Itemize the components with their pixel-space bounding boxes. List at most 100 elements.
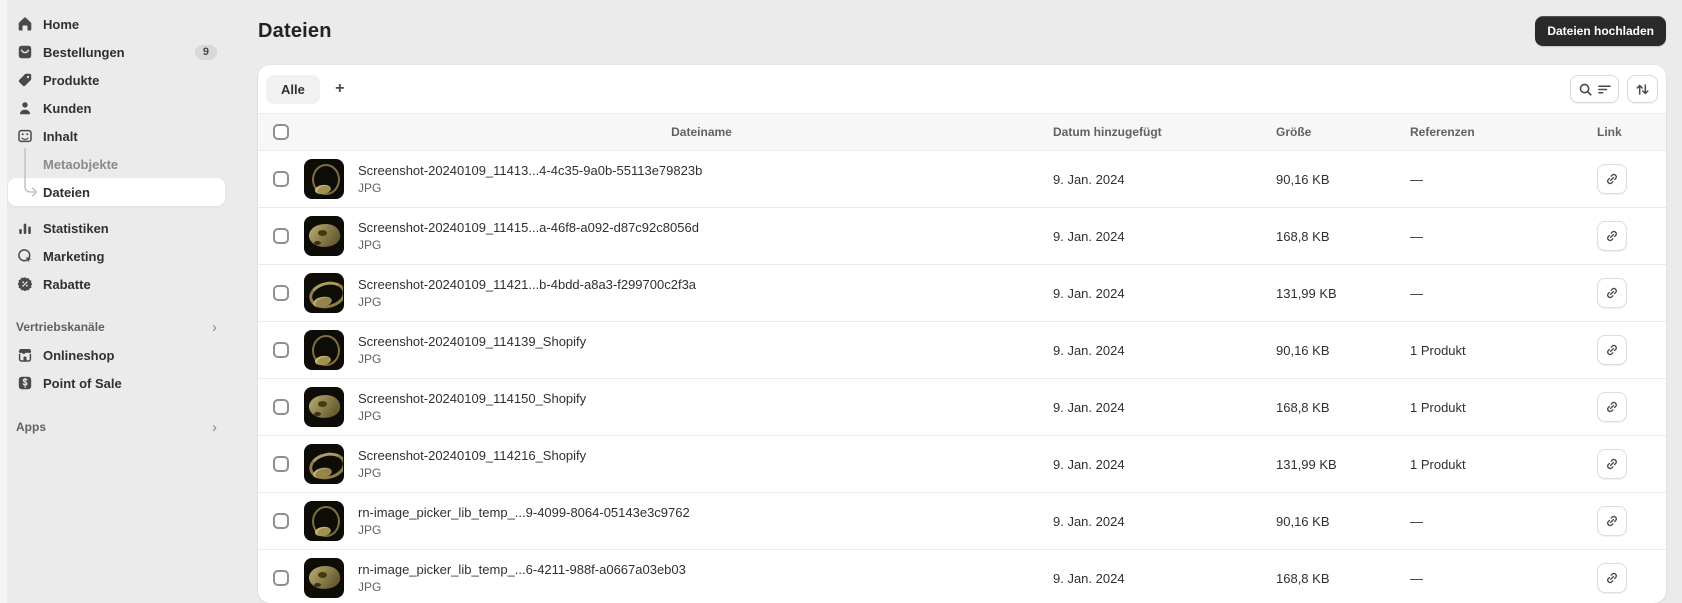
file-references: — (1410, 285, 1423, 301)
sidebar-section-vertriebskanaele[interactable]: Vertriebskanäle › (8, 313, 225, 341)
file-size: 131,99 KB (1276, 285, 1337, 301)
sidebar-item-onlineshop[interactable]: Onlineshop (8, 341, 225, 369)
file-size: 90,16 KB (1276, 342, 1330, 358)
column-header-datum[interactable]: Datum hinzugefügt (1053, 125, 1276, 139)
table-row[interactable]: Screenshot-20240109_11415...a-46f8-a092-… (258, 208, 1666, 265)
file-thumbnail (304, 216, 344, 256)
sort-button[interactable] (1627, 75, 1658, 103)
sidebar-item-home[interactable]: Home (8, 10, 225, 38)
sidebar-item-rabatte[interactable]: Rabatte (8, 270, 225, 298)
sidebar-item-label: Bestellungen (43, 44, 125, 60)
table-row[interactable]: rn-image_picker_lib_temp_...9-4099-8064-… (258, 493, 1666, 550)
products-icon (16, 72, 33, 89)
tab-alle[interactable]: Alle (266, 74, 320, 104)
copy-link-button[interactable] (1597, 563, 1627, 593)
file-name-link[interactable]: Screenshot-20240109_114216_Shopify (358, 448, 1045, 463)
sidebar-item-label: Metaobjekte (43, 156, 119, 172)
copy-link-button[interactable] (1597, 221, 1627, 251)
add-view-button[interactable]: + (326, 75, 354, 103)
link-icon (1607, 458, 1617, 470)
row-checkbox[interactable] (273, 171, 289, 187)
table-row[interactable]: Screenshot-20240109_11413...4-4c35-9a0b-… (258, 151, 1666, 208)
store-icon (16, 347, 33, 364)
upload-files-button[interactable]: Dateien hochladen (1535, 16, 1666, 46)
sidebar-section-apps[interactable]: Apps › (8, 413, 225, 441)
copy-link-button[interactable] (1597, 278, 1627, 308)
row-checkbox[interactable] (273, 399, 289, 415)
file-type: JPG (358, 238, 382, 252)
link-icon (1607, 401, 1617, 413)
sidebar-item-dateien[interactable]: Dateien (8, 178, 225, 206)
row-checkbox[interactable] (273, 285, 289, 301)
file-name-link[interactable]: rn-image_picker_lib_temp_...9-4099-8064-… (358, 505, 1045, 520)
column-header-referenzen[interactable]: Referenzen (1410, 125, 1597, 139)
file-name-link[interactable]: rn-image_picker_lib_temp_...6-4211-988f-… (358, 562, 1045, 577)
row-checkbox[interactable] (273, 228, 289, 244)
copy-link-button[interactable] (1597, 335, 1627, 365)
search-filter-button[interactable] (1570, 75, 1619, 103)
file-name-link[interactable]: Screenshot-20240109_11413...4-4c35-9a0b-… (358, 163, 1045, 178)
select-all-checkbox[interactable] (273, 124, 289, 140)
orders-icon (16, 44, 33, 61)
file-thumbnail (304, 558, 344, 598)
orders-count-badge: 9 (194, 44, 217, 60)
file-date: 9. Jan. 2024 (1053, 399, 1125, 415)
sidebar-item-statistiken[interactable]: Statistiken (8, 214, 225, 242)
sidebar-item-point-of-sale[interactable]: Point of Sale (8, 369, 225, 397)
copy-link-button[interactable] (1597, 392, 1627, 422)
file-thumbnail (304, 444, 344, 484)
sidebar-item-label: Dateien (43, 184, 90, 200)
copy-link-button[interactable] (1597, 506, 1627, 536)
left-edge-strip (0, 0, 7, 603)
sidebar-item-label: Onlineshop (43, 347, 115, 363)
sidebar-item-bestellungen[interactable]: Bestellungen 9 (8, 38, 225, 66)
link-icon (1607, 344, 1617, 356)
file-size: 90,16 KB (1276, 513, 1330, 529)
sidebar-item-metaobjekte[interactable]: Metaobjekte (8, 150, 225, 178)
table-header: Dateiname Datum hinzugefügt Größe Refere… (258, 113, 1666, 151)
sidebar-item-kunden[interactable]: Kunden (8, 94, 225, 122)
column-header-dateiname[interactable]: Dateiname (358, 125, 1053, 139)
column-header-groesse[interactable]: Größe (1276, 125, 1410, 139)
sidebar-item-marketing[interactable]: Marketing (8, 242, 225, 270)
file-name-link[interactable]: Screenshot-20240109_11415...a-46f8-a092-… (358, 220, 1045, 235)
row-checkbox[interactable] (273, 456, 289, 472)
sidebar: Home Bestellungen 9 Produkte Kunden Inha… (0, 0, 233, 603)
marketing-icon (16, 248, 33, 265)
section-label: Vertriebskanäle (16, 320, 105, 334)
file-type: JPG (358, 181, 382, 195)
file-references: 1 Produkt (1410, 456, 1466, 472)
content-icon (16, 128, 33, 145)
table-row[interactable]: Screenshot-20240109_114139_Shopify JPG 9… (258, 322, 1666, 379)
sidebar-item-label: Produkte (43, 72, 100, 88)
chevron-right-icon: › (212, 418, 217, 436)
sidebar-item-produkte[interactable]: Produkte (8, 66, 225, 94)
file-type: JPG (358, 580, 382, 594)
filter-lines-icon (1598, 82, 1611, 97)
sidebar-item-label: Kunden (43, 100, 92, 116)
sidebar-item-label: Point of Sale (43, 375, 122, 391)
table-row[interactable]: Screenshot-20240109_114150_Shopify JPG 9… (258, 379, 1666, 436)
file-thumbnail (304, 387, 344, 427)
file-size: 131,99 KB (1276, 456, 1337, 472)
row-checkbox[interactable] (273, 570, 289, 586)
table-row[interactable]: Screenshot-20240109_114216_Shopify JPG 9… (258, 436, 1666, 493)
filter-bar: Alle + (258, 65, 1666, 113)
table-row[interactable]: Screenshot-20240109_11421...b-4bdd-a8a3-… (258, 265, 1666, 322)
column-header-link: Link (1597, 125, 1622, 139)
copy-link-button[interactable] (1597, 164, 1627, 194)
file-type: JPG (358, 523, 382, 537)
file-name-link[interactable]: Screenshot-20240109_114139_Shopify (358, 334, 1045, 349)
table-row[interactable]: rn-image_picker_lib_temp_...6-4211-988f-… (258, 550, 1666, 603)
row-checkbox[interactable] (273, 513, 289, 529)
file-name-link[interactable]: Screenshot-20240109_114150_Shopify (358, 391, 1045, 406)
sidebar-item-inhalt[interactable]: Inhalt (8, 122, 225, 150)
link-icon (1607, 230, 1617, 242)
filter-actions (1570, 75, 1658, 103)
file-name-link[interactable]: Screenshot-20240109_11421...b-4bdd-a8a3-… (358, 277, 1045, 292)
page-header: Dateien Dateien hochladen (258, 14, 1666, 48)
row-checkbox[interactable] (273, 342, 289, 358)
file-thumbnail (304, 159, 344, 199)
file-date: 9. Jan. 2024 (1053, 171, 1125, 187)
copy-link-button[interactable] (1597, 449, 1627, 479)
